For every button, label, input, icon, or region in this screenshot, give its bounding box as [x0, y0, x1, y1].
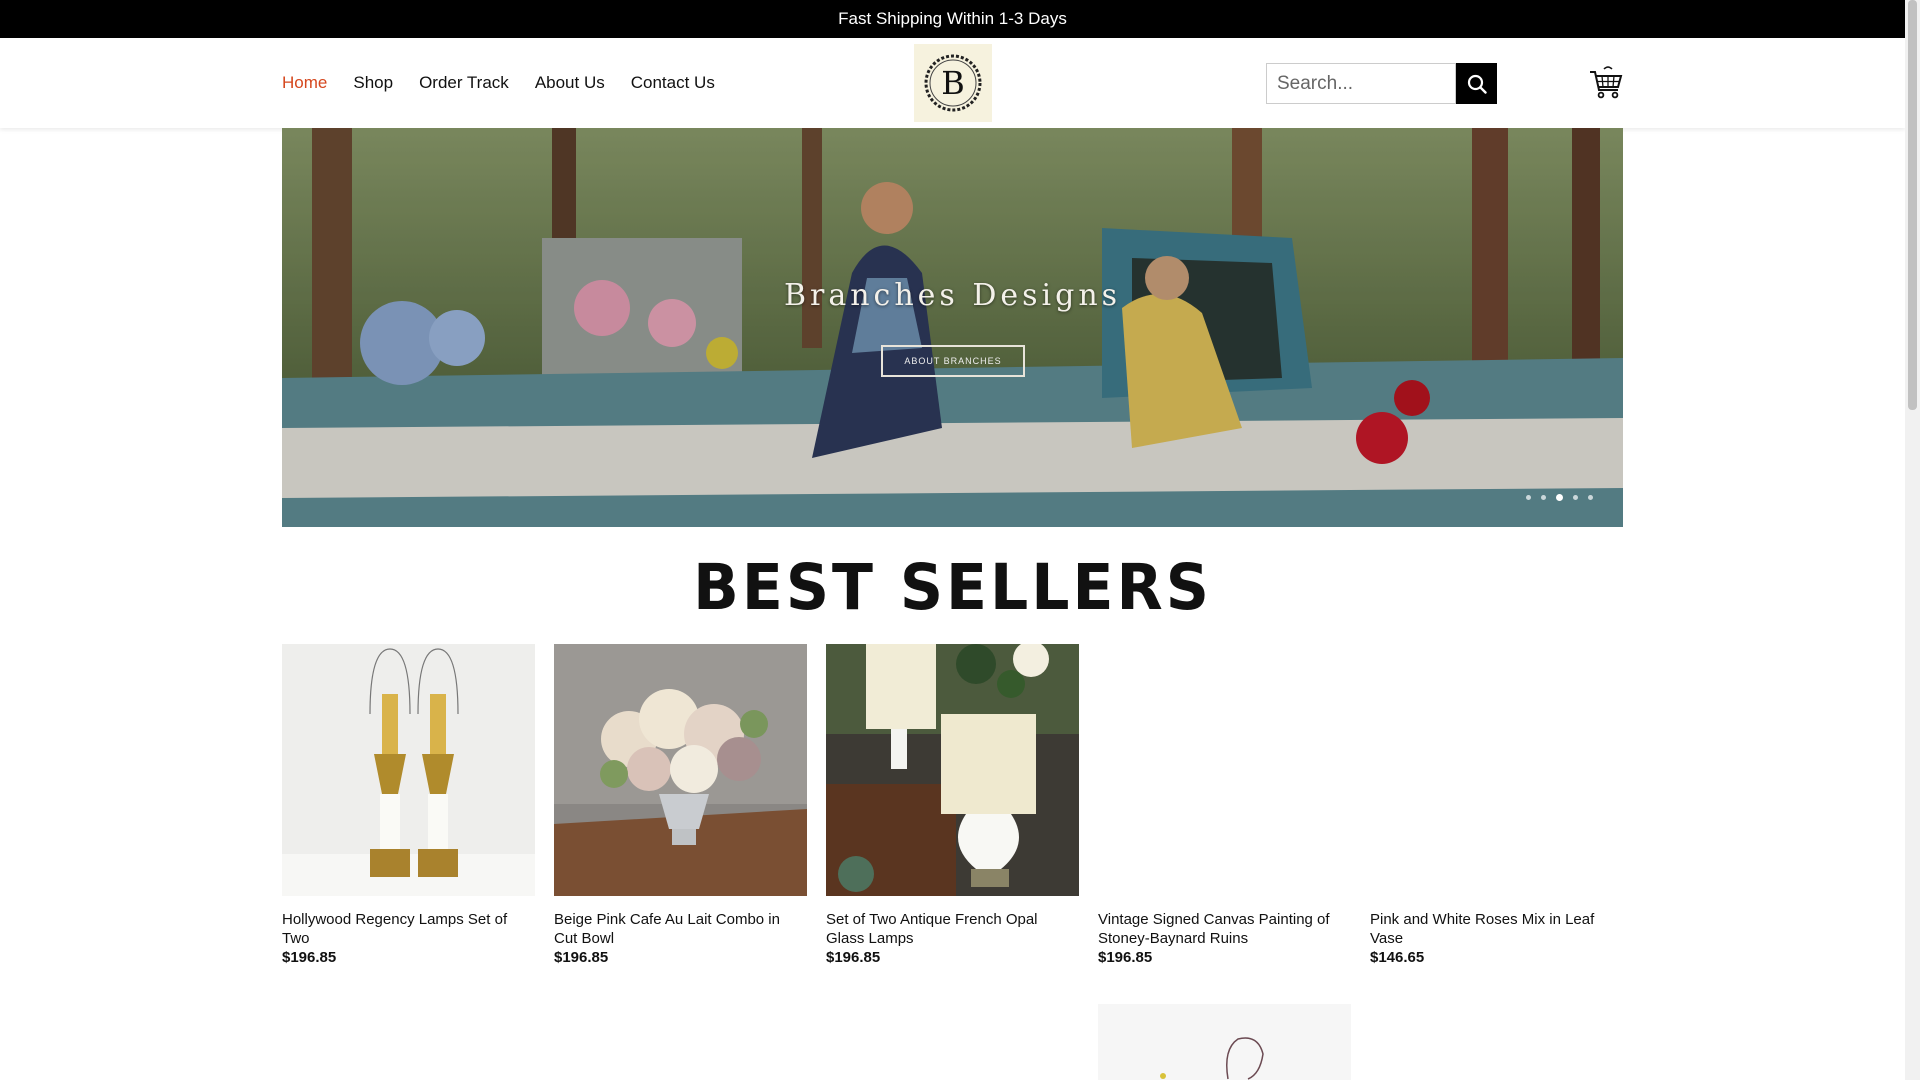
product-image[interactable] [826, 644, 1079, 896]
slider-dot[interactable] [1588, 495, 1593, 500]
announcement-bar: Fast Shipping Within 1-3 Days [0, 0, 1905, 38]
search-button[interactable] [1456, 63, 1497, 104]
site-header: Home Shop Order Track About Us Contact U… [0, 38, 1905, 128]
search-icon [1467, 74, 1487, 94]
product-card[interactable]: Hollywood Regency Lamps Set of Two $196.… [282, 644, 535, 966]
nav-shop[interactable]: Shop [353, 73, 393, 93]
site-logo[interactable]: B [914, 44, 992, 122]
main-nav: Home Shop Order Track About Us Contact U… [282, 38, 715, 128]
product-image[interactable] [1370, 644, 1623, 896]
product-card[interactable]: Vintage Signed Canvas Painting of Stoney… [1098, 644, 1351, 966]
product-price: $196.85 [826, 949, 881, 966]
scrollbar-thumb[interactable] [1908, 0, 1917, 410]
slider-dot[interactable] [1573, 495, 1578, 500]
hero-slider[interactable]: Branches Designs ABOUT BRANCHES [282, 128, 1623, 527]
product-price: $196.85 [282, 949, 337, 966]
product-name[interactable]: Vintage Signed Canvas Painting of Stoney… [1098, 910, 1351, 948]
best-sellers-heading: BEST SELLERS [693, 551, 1212, 625]
product-price: $196.85 [1098, 949, 1153, 966]
product-card[interactable]: Set of Two Antique French Opal Glass Lam… [826, 644, 1079, 966]
about-branches-button[interactable]: ABOUT BRANCHES [881, 345, 1025, 377]
search-input[interactable] [1266, 63, 1456, 104]
wreath-logo-icon: B [924, 54, 982, 112]
logo-letter: B [941, 64, 965, 102]
product-image[interactable] [282, 644, 535, 896]
product-card[interactable]: Pink and White Roses Mix in Leaf Vase $1… [1370, 644, 1623, 966]
slider-dot[interactable] [1541, 495, 1546, 500]
product-name[interactable]: Set of Two Antique French Opal Glass Lam… [826, 910, 1079, 948]
search-form [1266, 63, 1497, 104]
slider-dots [1526, 494, 1593, 501]
hero-title: Branches Designs [783, 278, 1122, 313]
product-image-partial[interactable] [1098, 1004, 1351, 1080]
product-name[interactable]: Hollywood Regency Lamps Set of Two [282, 910, 535, 948]
product-grid: Hollywood Regency Lamps Set of Two $196.… [282, 644, 1623, 966]
page-scrollbar[interactable] [1905, 0, 1920, 1080]
product-price: $146.65 [1370, 949, 1425, 966]
announcement-text: Fast Shipping Within 1-3 Days [838, 9, 1067, 28]
product-name[interactable]: Beige Pink Cafe Au Lait Combo in Cut Bow… [554, 910, 807, 948]
nav-contact-us[interactable]: Contact Us [631, 73, 715, 93]
nav-about-us[interactable]: About Us [535, 73, 605, 93]
product-image[interactable] [554, 644, 807, 896]
product-card[interactable]: Beige Pink Cafe Au Lait Combo in Cut Bow… [554, 644, 807, 966]
hero-image [282, 128, 1623, 527]
product-name[interactable]: Pink and White Roses Mix in Leaf Vase [1370, 910, 1623, 948]
nav-home[interactable]: Home [282, 73, 327, 93]
slider-dot[interactable] [1526, 495, 1531, 500]
product-image[interactable] [1098, 644, 1351, 896]
slider-dot-active[interactable] [1556, 494, 1563, 501]
cart-icon[interactable] [1588, 64, 1624, 100]
nav-order-track[interactable]: Order Track [419, 73, 509, 93]
product-price: $196.85 [554, 949, 609, 966]
